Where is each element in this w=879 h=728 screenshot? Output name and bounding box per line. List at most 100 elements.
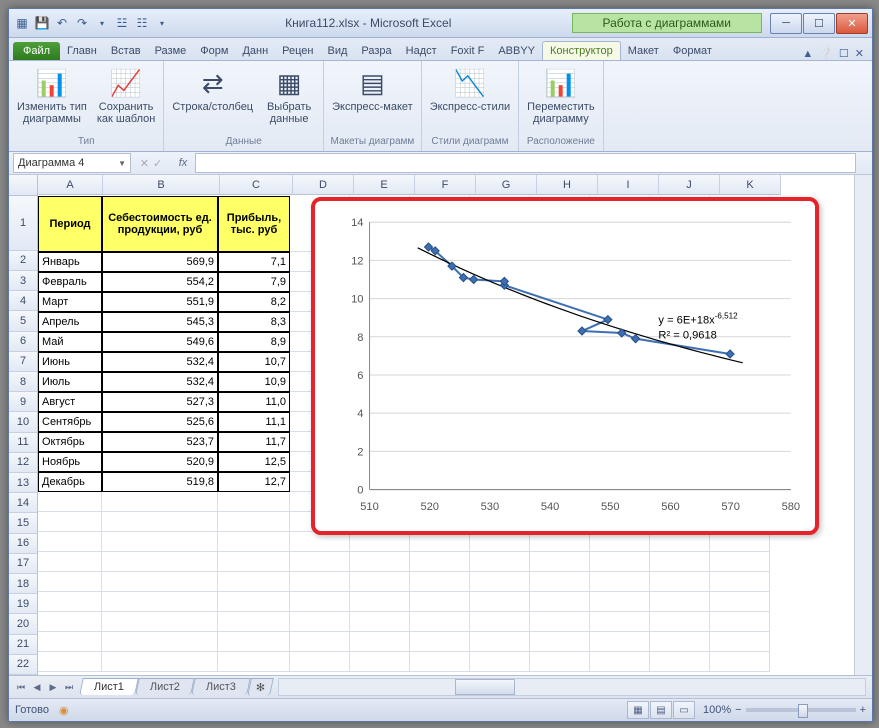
cell-F20[interactable] [410, 612, 470, 632]
cell-B3[interactable]: 554,2 [102, 272, 218, 292]
chart-object[interactable]: 02468101214510520530540550560570580y = 6… [311, 197, 819, 535]
row-header-15[interactable]: 15 [9, 513, 37, 533]
column-header-A[interactable]: A [38, 175, 103, 195]
column-header-B[interactable]: B [103, 175, 220, 195]
select-data-button[interactable]: ▦ Выбрать данные [261, 65, 317, 127]
cell-B1[interactable]: Себестоимость ед. продукции, руб [102, 196, 218, 252]
cell-A17[interactable] [38, 552, 102, 572]
cell-A5[interactable]: Апрель [38, 312, 102, 332]
column-header-E[interactable]: E [354, 175, 415, 195]
minimize-button[interactable]: ─ [770, 13, 802, 34]
row-header-4[interactable]: 4 [9, 291, 37, 311]
cell-C10[interactable]: 11,1 [218, 412, 290, 432]
cell-J18[interactable] [650, 572, 710, 592]
tab-foxit[interactable]: Foxit F [444, 42, 492, 60]
cell-H22[interactable] [530, 652, 590, 672]
zoom-slider[interactable] [746, 708, 856, 712]
formula-input[interactable] [195, 153, 856, 173]
quick-styles-button[interactable]: 📉 Экспресс-стили [428, 65, 512, 115]
cell-C3[interactable]: 7,9 [218, 272, 290, 292]
row-header-12[interactable]: 12 [9, 453, 37, 473]
row-header-6[interactable]: 6 [9, 332, 37, 352]
cell-J19[interactable] [650, 592, 710, 612]
tab-addins[interactable]: Надст [399, 42, 444, 60]
row-header-21[interactable]: 21 [9, 635, 37, 655]
cell-K17[interactable] [710, 552, 770, 572]
cell-H17[interactable] [530, 552, 590, 572]
cell-A22[interactable] [38, 652, 102, 672]
change-chart-type-button[interactable]: 📊 Изменить тип диаграммы [15, 65, 89, 127]
cell-C20[interactable] [218, 612, 290, 632]
cell-C5[interactable]: 8,3 [218, 312, 290, 332]
cell-I18[interactable] [590, 572, 650, 592]
page-break-view-icon[interactable]: ▭ [673, 701, 695, 719]
cell-G19[interactable] [470, 592, 530, 612]
row-header-22[interactable]: 22 [9, 655, 37, 675]
cell-D21[interactable] [290, 632, 350, 652]
close-button[interactable]: ✕ [836, 13, 868, 34]
page-layout-view-icon[interactable]: ▤ [650, 701, 672, 719]
cell-K22[interactable] [710, 652, 770, 672]
zoom-control[interactable]: 100% − + [703, 704, 866, 716]
cell-J20[interactable] [650, 612, 710, 632]
tab-design[interactable]: Конструктор [542, 41, 621, 60]
cell-C2[interactable]: 7,1 [218, 252, 290, 272]
cell-K20[interactable] [710, 612, 770, 632]
cell-E19[interactable] [350, 592, 410, 612]
cell-C13[interactable]: 12,7 [218, 472, 290, 492]
cell-D22[interactable] [290, 652, 350, 672]
cell-A13[interactable]: Декабрь [38, 472, 102, 492]
scatter-chart[interactable]: 02468101214510520530540550560570580y = 6… [327, 213, 803, 519]
name-box[interactable]: Диаграмма 4▼ [13, 153, 131, 173]
cell-G16[interactable] [470, 532, 530, 552]
cell-B8[interactable]: 532,4 [102, 372, 218, 392]
row-headers[interactable]: 12345678910111213141516171819202122 [9, 196, 38, 675]
cell-A3[interactable]: Февраль [38, 272, 102, 292]
horizontal-scrollbar[interactable] [278, 678, 866, 696]
row-header-14[interactable]: 14 [9, 493, 37, 513]
column-header-F[interactable]: F [415, 175, 476, 195]
cell-I22[interactable] [590, 652, 650, 672]
cell-F17[interactable] [410, 552, 470, 572]
cell-C11[interactable]: 11,7 [218, 432, 290, 452]
cell-G17[interactable] [470, 552, 530, 572]
cell-C8[interactable]: 10,9 [218, 372, 290, 392]
cell-A21[interactable] [38, 632, 102, 652]
cell-G20[interactable] [470, 612, 530, 632]
switch-row-column-button[interactable]: ⇄ Строка/столбец [170, 65, 255, 115]
zoom-out-button[interactable]: − [735, 704, 741, 716]
cell-A18[interactable] [38, 572, 102, 592]
sheet-tab-1[interactable]: Лист1 [79, 678, 139, 695]
cell-A7[interactable]: Июнь [38, 352, 102, 372]
cell-A16[interactable] [38, 532, 102, 552]
cell-A6[interactable]: Май [38, 332, 102, 352]
cell-C18[interactable] [218, 572, 290, 592]
cell-I20[interactable] [590, 612, 650, 632]
cell-H18[interactable] [530, 572, 590, 592]
cell-H16[interactable] [530, 532, 590, 552]
new-sheet-button[interactable]: ✻ [247, 678, 274, 696]
cell-C17[interactable] [218, 552, 290, 572]
cell-C6[interactable]: 8,9 [218, 332, 290, 352]
cell-E16[interactable] [350, 532, 410, 552]
row-header-20[interactable]: 20 [9, 614, 37, 634]
first-sheet-icon[interactable]: ⏮ [13, 682, 29, 693]
cell-B16[interactable] [102, 532, 218, 552]
cell-B19[interactable] [102, 592, 218, 612]
last-sheet-icon[interactable]: ⏭ [61, 682, 77, 693]
cell-I17[interactable] [590, 552, 650, 572]
tab-data[interactable]: Данн [235, 42, 275, 60]
cell-B9[interactable]: 527,3 [102, 392, 218, 412]
cell-B6[interactable]: 549,6 [102, 332, 218, 352]
tab-file[interactable]: Файл [13, 42, 60, 60]
cell-B13[interactable]: 519,8 [102, 472, 218, 492]
cell-C12[interactable]: 12,5 [218, 452, 290, 472]
column-header-H[interactable]: H [537, 175, 598, 195]
workbook-restore-icon[interactable]: ☐ [839, 47, 849, 60]
row-header-11[interactable]: 11 [9, 433, 37, 453]
row-header-10[interactable]: 10 [9, 412, 37, 432]
row-header-2[interactable]: 2 [9, 251, 37, 271]
cell-H21[interactable] [530, 632, 590, 652]
cell-F21[interactable] [410, 632, 470, 652]
save-as-template-button[interactable]: 📈 Сохранить как шаблон [95, 65, 158, 127]
